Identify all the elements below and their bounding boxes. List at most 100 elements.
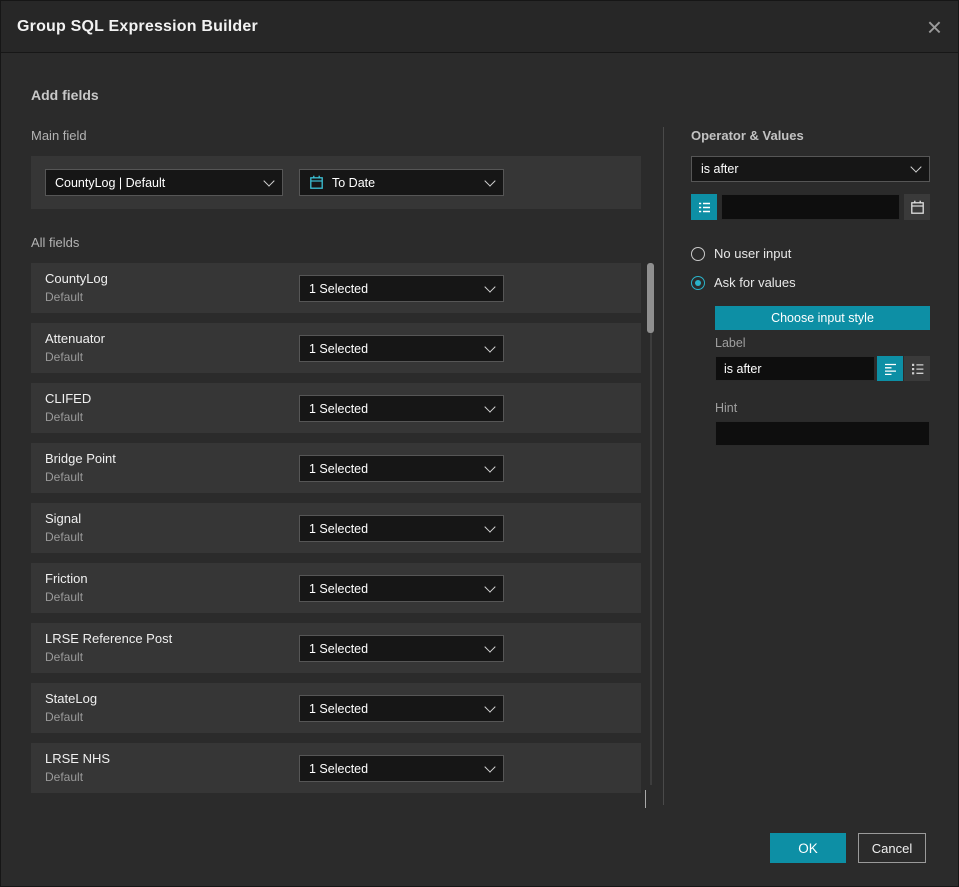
calendar-icon <box>910 200 925 215</box>
main-field-select-value: CountyLog | Default <box>55 175 166 190</box>
field-selection-value: 1 Selected <box>309 641 369 656</box>
field-name: Attenuator <box>45 331 105 346</box>
field-selection-dropdown[interactable]: 1 Selected <box>299 515 504 542</box>
bullet-list-icon <box>911 362 924 376</box>
field-selection-dropdown[interactable]: 1 Selected <box>299 455 504 482</box>
value-type-toggle-button[interactable] <box>691 194 717 220</box>
field-row: Friction Default 1 Selected <box>31 563 641 613</box>
field-sublabel: Default <box>45 410 84 424</box>
chevron-down-icon <box>484 700 496 713</box>
field-sublabel: Default <box>45 710 84 724</box>
field-row: StateLog Default 1 Selected <box>31 683 641 733</box>
field-name: Bridge Point <box>45 451 116 466</box>
chevron-down-icon <box>484 640 496 653</box>
value-input[interactable] <box>721 194 900 220</box>
all-fields-list: CountyLog Default 1 Selected Attenuator … <box>31 263 641 803</box>
group-sql-expression-builder-dialog: Group SQL Expression Builder × Add field… <box>0 0 959 887</box>
all-fields-label: All fields <box>31 235 80 250</box>
field-sublabel: Default <box>45 770 84 784</box>
hint-field-label: Hint <box>715 401 738 415</box>
main-field-select[interactable]: CountyLog | Default <box>45 169 283 196</box>
date-type-select-value: To Date <box>332 175 376 190</box>
operator-values-heading: Operator & Values <box>691 128 804 143</box>
label-input[interactable] <box>715 356 875 381</box>
radio-label: No user input <box>714 246 792 261</box>
field-name: LRSE NHS <box>45 751 111 766</box>
field-selection-value: 1 Selected <box>309 461 369 476</box>
field-sublabel: Default <box>45 350 84 364</box>
field-sublabel: Default <box>45 590 84 604</box>
field-selection-dropdown[interactable]: 1 Selected <box>299 635 504 662</box>
radio-no-user-input[interactable]: No user input <box>691 246 791 261</box>
field-selection-dropdown[interactable]: 1 Selected <box>299 335 504 362</box>
field-selection-dropdown[interactable]: 1 Selected <box>299 575 504 602</box>
label-field-label: Label <box>715 336 746 350</box>
field-name: CLIFED <box>45 391 92 406</box>
field-row: Attenuator Default 1 Selected <box>31 323 641 373</box>
chevron-down-icon <box>484 340 496 353</box>
chevron-down-icon <box>910 161 922 173</box>
dialog-header: Group SQL Expression Builder × <box>1 1 958 53</box>
field-name: LRSE Reference Post <box>45 631 173 646</box>
scroll-down-indicator <box>645 790 655 808</box>
field-list-icon <box>698 201 711 214</box>
date-picker-button[interactable] <box>904 194 930 220</box>
date-type-select[interactable]: To Date <box>299 169 504 196</box>
list-style-button[interactable] <box>904 356 930 381</box>
scrollbar-thumb[interactable] <box>647 263 654 333</box>
field-selection-value: 1 Selected <box>309 401 369 416</box>
field-sublabel: Default <box>45 650 84 664</box>
field-selection-value: 1 Selected <box>309 341 369 356</box>
hint-input[interactable] <box>715 421 930 446</box>
field-selection-value: 1 Selected <box>309 701 369 716</box>
cancel-button[interactable]: Cancel <box>858 833 926 863</box>
chevron-down-icon <box>263 174 275 187</box>
choose-input-style-button[interactable]: Choose input style <box>715 306 930 330</box>
field-selection-value: 1 Selected <box>309 581 369 596</box>
chevron-down-icon <box>484 174 496 187</box>
field-selection-dropdown[interactable]: 1 Selected <box>299 275 504 302</box>
scrollbar-track[interactable] <box>650 263 652 785</box>
field-row: LRSE NHS Default 1 Selected <box>31 743 641 793</box>
chevron-down-icon <box>484 520 496 533</box>
field-name: CountyLog <box>45 271 108 286</box>
radio-unselected-icon <box>691 246 705 261</box>
field-sublabel: Default <box>45 470 84 484</box>
field-row: CLIFED Default 1 Selected <box>31 383 641 433</box>
field-name: StateLog <box>45 691 98 706</box>
field-selection-dropdown[interactable]: 1 Selected <box>299 695 504 722</box>
single-line-style-button[interactable] <box>877 356 903 381</box>
chevron-down-icon <box>484 460 496 473</box>
radio-label: Ask for values <box>714 275 796 290</box>
operator-select-value: is after <box>701 162 739 176</box>
field-name: Signal <box>45 511 82 526</box>
field-row: Signal Default 1 Selected <box>31 503 641 553</box>
main-field-panel: CountyLog | Default To Date <box>31 156 641 209</box>
field-selection-value: 1 Selected <box>309 281 369 296</box>
main-field-label: Main field <box>31 128 87 143</box>
field-sublabel: Default <box>45 290 84 304</box>
field-name: Friction <box>45 571 88 586</box>
chevron-down-icon <box>484 760 496 773</box>
operator-select[interactable]: is after <box>691 156 930 182</box>
ok-button[interactable]: OK <box>770 833 846 863</box>
field-selection-dropdown[interactable]: 1 Selected <box>299 395 504 422</box>
radio-selected-icon <box>691 275 705 290</box>
radio-ask-for-values[interactable]: Ask for values <box>691 275 796 290</box>
close-icon[interactable]: × <box>927 14 942 40</box>
field-row: LRSE Reference Post Default 1 Selected <box>31 623 641 673</box>
calendar-icon <box>309 175 324 190</box>
field-selection-dropdown[interactable]: 1 Selected <box>299 755 504 782</box>
field-selection-value: 1 Selected <box>309 761 369 776</box>
field-row: CountyLog Default 1 Selected <box>31 263 641 313</box>
chevron-down-icon <box>484 400 496 413</box>
chevron-down-icon <box>484 580 496 593</box>
field-selection-value: 1 Selected <box>309 521 369 536</box>
field-sublabel: Default <box>45 530 84 544</box>
field-row: Bridge Point Default 1 Selected <box>31 443 641 493</box>
align-left-icon <box>884 362 897 376</box>
panel-divider <box>663 127 664 805</box>
dialog-title: Group SQL Expression Builder <box>17 17 258 35</box>
add-fields-heading: Add fields <box>31 87 99 103</box>
chevron-down-icon <box>484 280 496 293</box>
